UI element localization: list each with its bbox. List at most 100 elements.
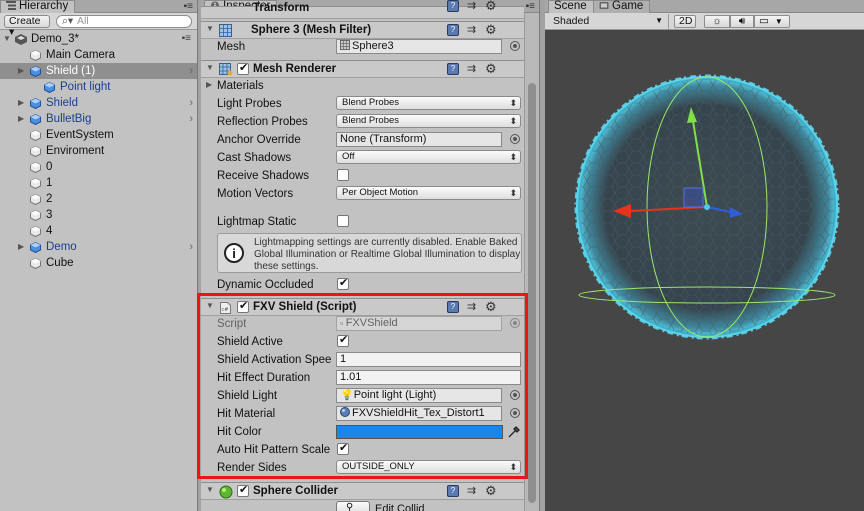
hierarchy-item[interactable]: Point light: [0, 79, 197, 95]
collapse-icon[interactable]: ▼: [206, 63, 214, 72]
scene-root-row[interactable]: ▼ Demo_3* ▪≡: [0, 31, 197, 47]
hierarchy-item[interactable]: Cube: [0, 255, 197, 271]
tab-menu-icon[interactable]: ▪≡: [184, 1, 193, 12]
presets-icon[interactable]: ⇉: [467, 485, 479, 498]
light-probes-dropdown[interactable]: Blend Probes: [336, 96, 521, 110]
gear-icon[interactable]: ⚙: [485, 22, 497, 38]
scene-lighting-toggle[interactable]: ☼: [704, 15, 730, 28]
tab-hierarchy[interactable]: Hierarchy: [0, 0, 76, 13]
scene-viewport[interactable]: [545, 31, 864, 511]
shading-mode-dropdown[interactable]: Shaded ▼: [549, 14, 669, 29]
scrollbar-thumb[interactable]: [528, 83, 536, 503]
hit-duration-field[interactable]: 1.01: [336, 370, 521, 385]
sphere-collider-enabled-checkbox[interactable]: [237, 483, 249, 497]
hierarchy-search-input[interactable]: ⌕▾ All: [56, 15, 192, 28]
dynamic-occluded-checkbox[interactable]: [337, 276, 349, 290]
motion-vectors-dropdown[interactable]: Per Object Motion: [336, 186, 521, 200]
gear-icon[interactable]: ⚙: [485, 0, 497, 14]
create-button[interactable]: Create ▾: [4, 15, 50, 38]
tab-game[interactable]: Game: [593, 0, 651, 13]
fxv-shield-enabled-checkbox[interactable]: [237, 299, 249, 313]
hierarchy-item[interactable]: 2: [0, 191, 197, 207]
hierarchy-item[interactable]: ▶ Shield (1) ›: [0, 63, 197, 79]
mesh-filter-header[interactable]: ▼ Sphere 3 (Mesh Filter) ? ⇉ ⚙: [201, 21, 524, 39]
expand-icon[interactable]: ▶: [206, 80, 212, 89]
expand-icon[interactable]: ▶: [18, 111, 28, 127]
hierarchy-item[interactable]: 3: [0, 207, 197, 223]
shield-active-checkbox[interactable]: [337, 333, 349, 347]
collapse-icon[interactable]: ▼: [206, 301, 214, 310]
tab-menu-icon[interactable]: ▪≡: [526, 1, 535, 12]
edit-collider-button[interactable]: ⚲: [336, 501, 370, 511]
chevron-right-icon[interactable]: ›: [189, 63, 193, 79]
presets-icon[interactable]: ⇉: [467, 0, 479, 13]
scene-effects-dropdown[interactable]: ▭ ▼: [754, 15, 790, 28]
scene-menu-icon[interactable]: ▪≡: [182, 31, 191, 47]
pivot-point: [704, 204, 710, 210]
expand-icon[interactable]: ▶: [18, 239, 28, 255]
inspector-scrollbar[interactable]: [524, 13, 539, 511]
presets-icon[interactable]: ⇉: [467, 301, 479, 314]
receive-shadows-checkbox[interactable]: [337, 169, 349, 181]
object-picker-icon[interactable]: [510, 408, 520, 418]
receive-shadows-label: Receive Shadows: [217, 170, 310, 182]
plane-handle-icon[interactable]: [683, 187, 704, 208]
object-picker-icon[interactable]: [510, 134, 520, 144]
gear-icon[interactable]: ⚙: [485, 483, 497, 499]
script-row: Script ▫ FXVShield: [201, 315, 524, 333]
gameobject-cube-icon: [30, 66, 41, 77]
expand-icon[interactable]: ▶: [18, 63, 28, 79]
presets-icon[interactable]: ⇉: [467, 63, 479, 76]
hit-material-label: Hit Material: [217, 408, 276, 420]
materials-row[interactable]: ▶ Materials: [201, 77, 524, 95]
collapse-icon[interactable]: ▼: [206, 485, 214, 494]
hierarchy-item[interactable]: ▶ Shield ›: [0, 95, 197, 111]
scene-audio-toggle[interactable]: 🔊︎: [730, 15, 754, 28]
gear-icon[interactable]: ⚙: [485, 299, 497, 315]
anchor-override-field[interactable]: None (Transform): [336, 132, 502, 147]
shield-light-field[interactable]: 💡Point light (Light): [336, 388, 502, 403]
tab-scene[interactable]: Scene: [548, 0, 594, 13]
help-book-icon[interactable]: ?: [447, 63, 459, 75]
eyedropper-icon[interactable]: [507, 425, 521, 439]
mode-2d-toggle[interactable]: 2D: [674, 15, 696, 28]
activation-speed-field[interactable]: 1: [336, 352, 521, 367]
lightmap-static-checkbox[interactable]: [337, 215, 349, 227]
mesh-renderer-header[interactable]: ▼ Mesh Renderer ? ⇉ ⚙: [201, 60, 524, 78]
expand-icon[interactable]: ▶: [18, 95, 28, 111]
hierarchy-item[interactable]: ▶ Demo ›: [0, 239, 197, 255]
mesh-field[interactable]: Sphere3: [336, 39, 502, 54]
chevron-right-icon[interactable]: ›: [189, 111, 193, 127]
hit-material-field[interactable]: FXVShieldHit_Tex_Distort1: [336, 406, 502, 421]
presets-icon[interactable]: ⇉: [467, 24, 479, 37]
chevron-right-icon[interactable]: ›: [189, 239, 193, 255]
hit-color-swatch[interactable]: [336, 425, 503, 439]
mesh-filter-title: Sphere 3 (Mesh Filter): [251, 24, 372, 36]
help-book-icon[interactable]: ?: [447, 485, 459, 497]
object-picker-icon[interactable]: [510, 390, 520, 400]
object-picker-icon[interactable]: [510, 41, 520, 51]
gear-icon[interactable]: ⚙: [485, 61, 497, 77]
collapse-icon[interactable]: ▼: [206, 24, 214, 33]
cast-shadows-dropdown[interactable]: Off: [336, 150, 521, 164]
sphere-collider-header[interactable]: ▼ Sphere Collider ? ⇉ ⚙: [201, 482, 524, 500]
help-book-icon[interactable]: ?: [447, 301, 459, 313]
transform-header[interactable]: Transform ? ⇉ ⚙: [201, 0, 524, 19]
hierarchy-item[interactable]: ▶ BulletBig ›: [0, 111, 197, 127]
render-sides-dropdown[interactable]: OUTSIDE_ONLY: [336, 460, 521, 474]
hierarchy-item[interactable]: 0: [0, 159, 197, 175]
help-book-icon[interactable]: ?: [447, 24, 459, 36]
hierarchy-item[interactable]: EventSystem: [0, 127, 197, 143]
hierarchy-item[interactable]: 4: [0, 223, 197, 239]
hierarchy-item[interactable]: Enviroment: [0, 143, 197, 159]
chevron-right-icon[interactable]: ›: [189, 95, 193, 111]
auto-hit-checkbox[interactable]: [337, 441, 349, 455]
reflection-probes-dropdown[interactable]: Blend Probes: [336, 114, 521, 128]
hierarchy-item-label: Shield (1): [46, 65, 96, 77]
hierarchy-item[interactable]: Main Camera: [0, 47, 197, 63]
mesh-renderer-enabled-checkbox[interactable]: [237, 61, 249, 75]
help-book-icon[interactable]: ?: [447, 0, 459, 12]
hierarchy-item[interactable]: 1: [0, 175, 197, 191]
expand-icon[interactable]: ▼: [3, 31, 13, 47]
fxv-shield-header[interactable]: ▼ c# FXV Shield (Script) ? ⇉ ⚙: [201, 298, 524, 316]
